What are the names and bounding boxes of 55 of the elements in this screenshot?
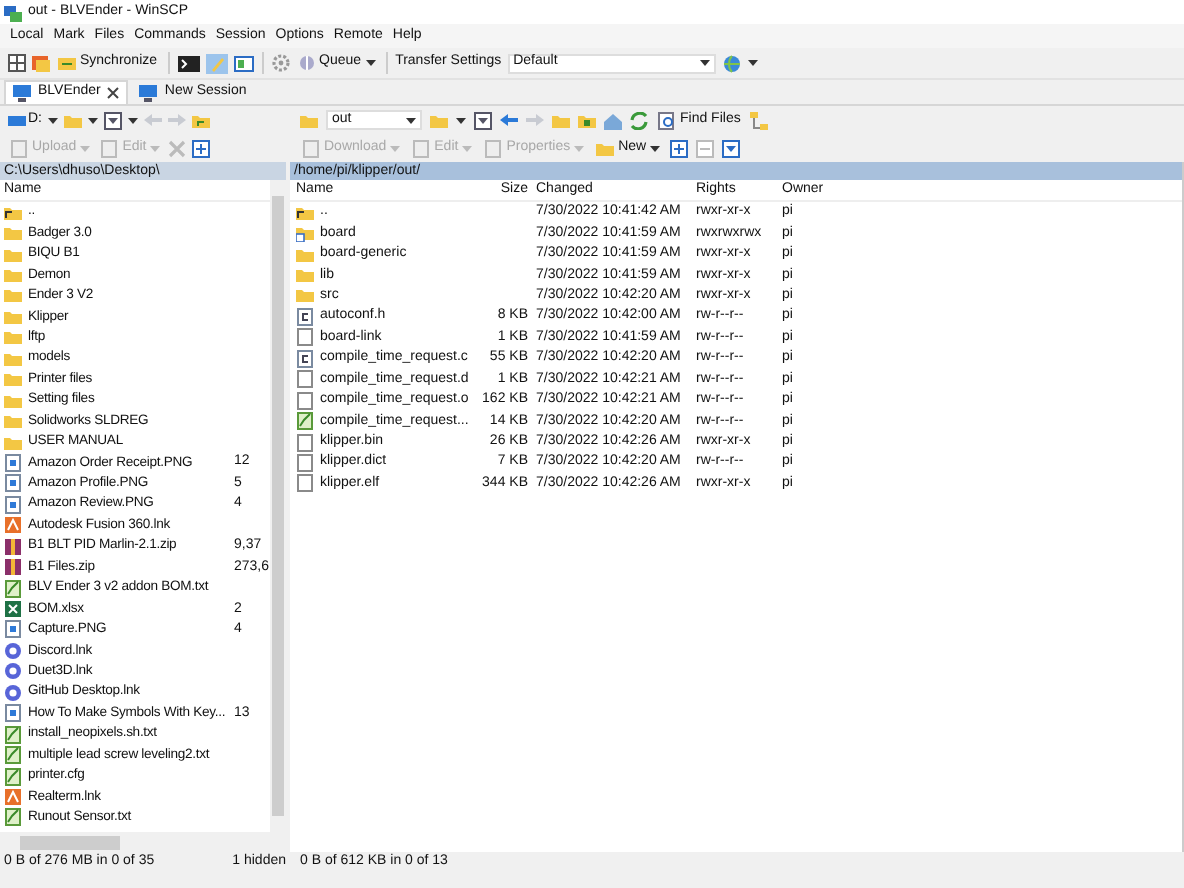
text-file-icon [4,746,22,765]
tree-icon[interactable] [750,111,769,129]
text-file-icon [4,808,22,827]
filter-icon[interactable] [722,139,741,157]
caret-icon [574,145,585,151]
folder-icon [300,111,318,129]
plus-icon[interactable] [670,139,689,157]
caret-icon [80,145,91,151]
window-icon[interactable] [233,53,254,73]
monitor-icon [12,84,32,102]
caret-icon [150,145,161,151]
queue-icon [297,54,316,72]
text-file-icon [296,412,314,431]
filter-icon[interactable] [474,111,492,129]
gear-icon[interactable] [271,54,290,72]
caret-icon[interactable] [456,117,466,123]
filter-icon[interactable] [104,111,122,129]
back-arrow-icon[interactable] [500,114,518,126]
folders-icon[interactable] [32,54,50,72]
caret-icon[interactable] [88,117,98,123]
caret-icon [650,145,661,151]
caret-icon [462,145,473,151]
caret-icon [390,145,401,151]
caret-icon[interactable] [128,117,138,123]
folder-shortcut-icon [296,224,314,243]
code-file-icon [296,307,314,326]
caret-icon [406,117,416,123]
minus-icon[interactable] [696,139,715,157]
code-file-icon [296,349,314,368]
caret-icon [365,60,376,66]
app-icon [4,3,22,21]
search-icon [658,111,676,129]
refresh-icon[interactable] [630,111,648,129]
caret-icon [699,60,710,66]
plus-icon[interactable] [192,139,211,157]
scroll-thumb[interactable] [20,835,120,849]
text-file-icon [4,767,22,786]
folders-icon [58,54,76,72]
scrollbar[interactable] [270,180,286,832]
parent-folder-icon[interactable] [192,111,210,129]
scrollbar[interactable] [0,832,286,852]
drive-icon [8,111,26,129]
terminal-icon[interactable] [177,54,200,72]
scroll-thumb[interactable] [272,196,284,816]
close-icon[interactable] [106,86,121,100]
home-icon[interactable] [604,111,622,129]
caret-icon[interactable] [48,117,58,123]
parent-folder-icon [296,203,314,222]
caret-icon[interactable] [747,60,758,66]
text-file-icon [4,725,22,744]
parent-folder-icon [4,203,22,222]
monitor-icon [138,83,159,101]
compare-icon[interactable] [8,54,26,72]
text-file-icon [4,579,22,598]
root-folder-icon[interactable] [578,111,596,129]
